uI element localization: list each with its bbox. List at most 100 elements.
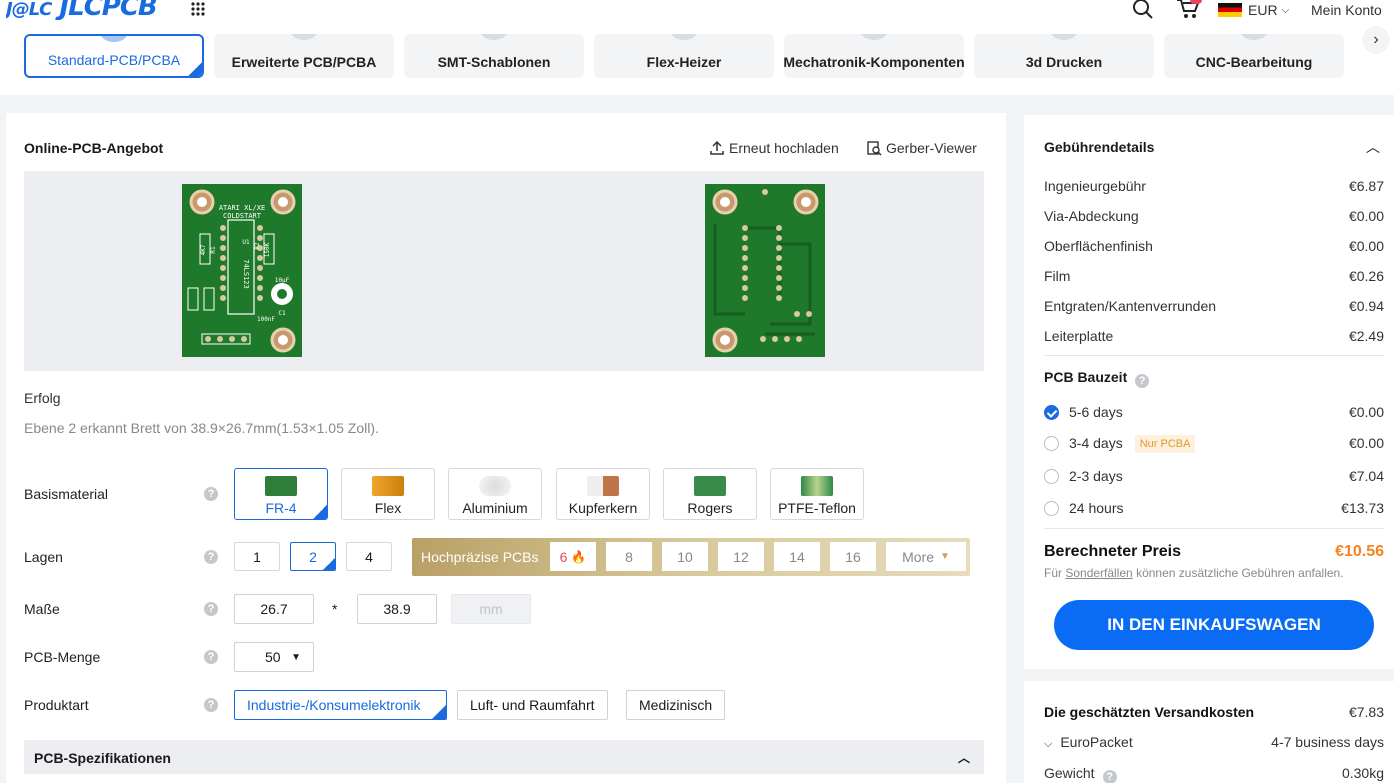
quote-panel: Online-PCB-Angebot Erneut hochladen Gerb… (6, 113, 1006, 783)
product-type-label-text: Luft- und Raumfahrt (470, 697, 595, 713)
gerber-viewer-button[interactable]: Gerber-Viewer (866, 140, 977, 156)
layer-label: 1 (253, 548, 261, 565)
chevron-down-icon: ⌵ (1281, 4, 1290, 16)
quantity-value: 50 (265, 649, 281, 665)
layer-option-4[interactable]: 4 (346, 542, 392, 571)
fee-row: Oberflächenfinish €0.00 (1044, 238, 1384, 254)
tab-flex-heater[interactable]: Flex-Heizer (594, 34, 774, 78)
material-aluminium[interactable]: Aluminium (448, 468, 542, 520)
unit-select[interactable]: mm (451, 594, 531, 624)
fee-details-panel: Gebührendetails ︿ Ingenieurgebühr €6.87 V… (1024, 115, 1394, 669)
special-cases-link[interactable]: Sonderfällen (1065, 566, 1132, 580)
selected-check-icon (432, 705, 446, 719)
tab-standard-pcb[interactable]: Standard-PCB/PCBA (24, 34, 204, 78)
pcb-silk-title: ATARI XL/XE (219, 204, 265, 212)
build-time-option[interactable]: 5-6 days €0.00 (1044, 404, 1384, 420)
fee-row: Entgraten/Kantenverrunden €0.94 (1044, 298, 1384, 314)
tab-icon (100, 36, 128, 42)
unit-value: mm (479, 601, 503, 617)
build-time-option[interactable]: 2-3 days €7.04 (1044, 468, 1384, 484)
material-fr4[interactable]: FR-4 (234, 468, 328, 520)
shipping-title: Die geschätzten Versandkosten (1044, 704, 1255, 720)
material-rogers[interactable]: Rogers (663, 468, 757, 520)
tab-icon (860, 34, 888, 40)
detected-info: Ebene 2 erkannt Brett von 38.9×26.7mm(1.… (24, 420, 379, 436)
help-icon[interactable]: ? (204, 550, 218, 564)
tab-label: Flex-Heizer (646, 54, 722, 70)
apps-grid-icon[interactable] (190, 1, 206, 17)
build-time-option[interactable]: 24 hours €13.73 (1044, 500, 1384, 516)
build-time-option-label: 2-3 days (1069, 468, 1123, 484)
product-type-label-text: Medizinisch (639, 697, 713, 713)
layer-option-2[interactable]: 2 (290, 542, 336, 571)
tab-smt-stencil[interactable]: SMT-Schablonen (404, 34, 584, 78)
product-type-aerospace[interactable]: Luft- und Raumfahrt (457, 690, 608, 720)
add-to-cart-label: IN DEN EINKAUFSWAGEN (1107, 615, 1321, 634)
tab-3d-printing[interactable]: 3d Drucken (974, 34, 1154, 78)
layer-option-10[interactable]: 10 (662, 542, 708, 571)
currency-selector[interactable]: EUR ⌵ (1218, 0, 1289, 20)
logo[interactable]: J@LC JLCPCB (6, 0, 157, 20)
tab-label: SMT-Schablonen (437, 54, 551, 70)
shipping-row: Die geschätzten Versandkosten €7.83 (1044, 704, 1384, 720)
help-icon[interactable]: ? (204, 650, 218, 664)
product-type-medical[interactable]: Medizinisch (626, 690, 726, 720)
tab-advanced-pcb[interactable]: Erweiterte PCB/PCBA (214, 34, 394, 78)
tab-icon (290, 34, 318, 40)
account-menu[interactable]: Mein Konto (1311, 0, 1382, 20)
build-time-option-label: 5-6 days (1069, 404, 1123, 420)
pcb-specs-header[interactable]: PCB-Spezifikationen ︿ (24, 740, 984, 774)
tab-icon (670, 34, 698, 40)
layers-label: Lagen (24, 549, 63, 565)
height-input[interactable]: 38.9 (357, 594, 437, 624)
divider (1044, 355, 1384, 356)
help-icon[interactable]: ? (204, 698, 218, 712)
reupload-button[interactable]: Erneut hochladen (709, 140, 839, 156)
tab-cnc[interactable]: CNC-Bearbeitung (1164, 34, 1344, 78)
product-tabs: Standard-PCB/PCBA Erweiterte PCB/PCBA SM… (24, 34, 1354, 78)
layer-option-8[interactable]: 8 (606, 542, 652, 571)
material-label: Flex (374, 500, 402, 516)
add-to-cart-button[interactable]: IN DEN EINKAUFSWAGEN (1054, 600, 1374, 650)
height-value: 38.9 (383, 601, 411, 617)
layer-option-16[interactable]: 16 (830, 542, 876, 571)
layer-label: 10 (677, 548, 693, 565)
product-type-consumer[interactable]: Industrie-/Konsumelektronik (234, 690, 447, 720)
layer-option-12[interactable]: 12 (718, 542, 764, 571)
radio[interactable] (1044, 436, 1059, 451)
layer-option-1[interactable]: 1 (234, 542, 280, 571)
material-copper-core[interactable]: Kupferkern (556, 468, 650, 520)
note-prefix: Für (1044, 566, 1062, 580)
radio[interactable] (1044, 469, 1059, 484)
quantity-select[interactable]: 50 ▼ (234, 642, 314, 672)
chevron-up-icon[interactable]: ︿ (1366, 137, 1380, 157)
search-icon[interactable] (1132, 0, 1154, 20)
more-layers-button[interactable]: More ▼ (886, 542, 966, 571)
width-input[interactable]: 26.7 (234, 594, 314, 624)
build-time-option-label: 24 hours (1069, 500, 1124, 516)
pcb-silk-subtitle: COLDSTART (223, 212, 262, 220)
help-icon[interactable]: ? (204, 487, 218, 501)
tab-mechatronics[interactable]: Mechatronik-Komponenten (784, 34, 964, 78)
tabs-next-button[interactable]: › (1362, 26, 1390, 54)
build-time-option[interactable]: 3-4 days Nur PCBA €0.00 (1044, 435, 1384, 453)
build-time-option-label: 3-4 days (1069, 435, 1123, 451)
help-icon[interactable]: ? (204, 602, 218, 616)
radio-checked[interactable] (1044, 405, 1059, 420)
shipping-method-row[interactable]: ⌵ EuroPacket 4-7 business days (1044, 734, 1384, 751)
help-icon[interactable]: ? (1102, 770, 1117, 783)
top-header: J@LC JLCPCB EUR ⌵ Mein Konto Standard-PC… (0, 0, 1394, 95)
fee-value: €2.49 (1348, 328, 1384, 344)
radio[interactable] (1044, 501, 1059, 516)
layer-option-14[interactable]: 14 (774, 542, 820, 571)
material-ptfe[interactable]: PTFE-Teflon (770, 468, 864, 520)
pcb-silk-r1-value: 4K7 (200, 244, 207, 255)
help-icon[interactable]: ? (1135, 374, 1150, 388)
layer-option-6[interactable]: 6 🔥 (550, 542, 596, 571)
shipping-value: €7.83 (1348, 704, 1384, 720)
high-precision-label: Hochpräzise PCBs (421, 549, 539, 565)
build-time-label: PCB Bauzeit (1044, 369, 1128, 385)
material-flex[interactable]: Flex (341, 468, 435, 520)
gerber-label: Gerber-Viewer (886, 140, 977, 156)
build-time-option-value: €13.73 (1341, 500, 1384, 516)
